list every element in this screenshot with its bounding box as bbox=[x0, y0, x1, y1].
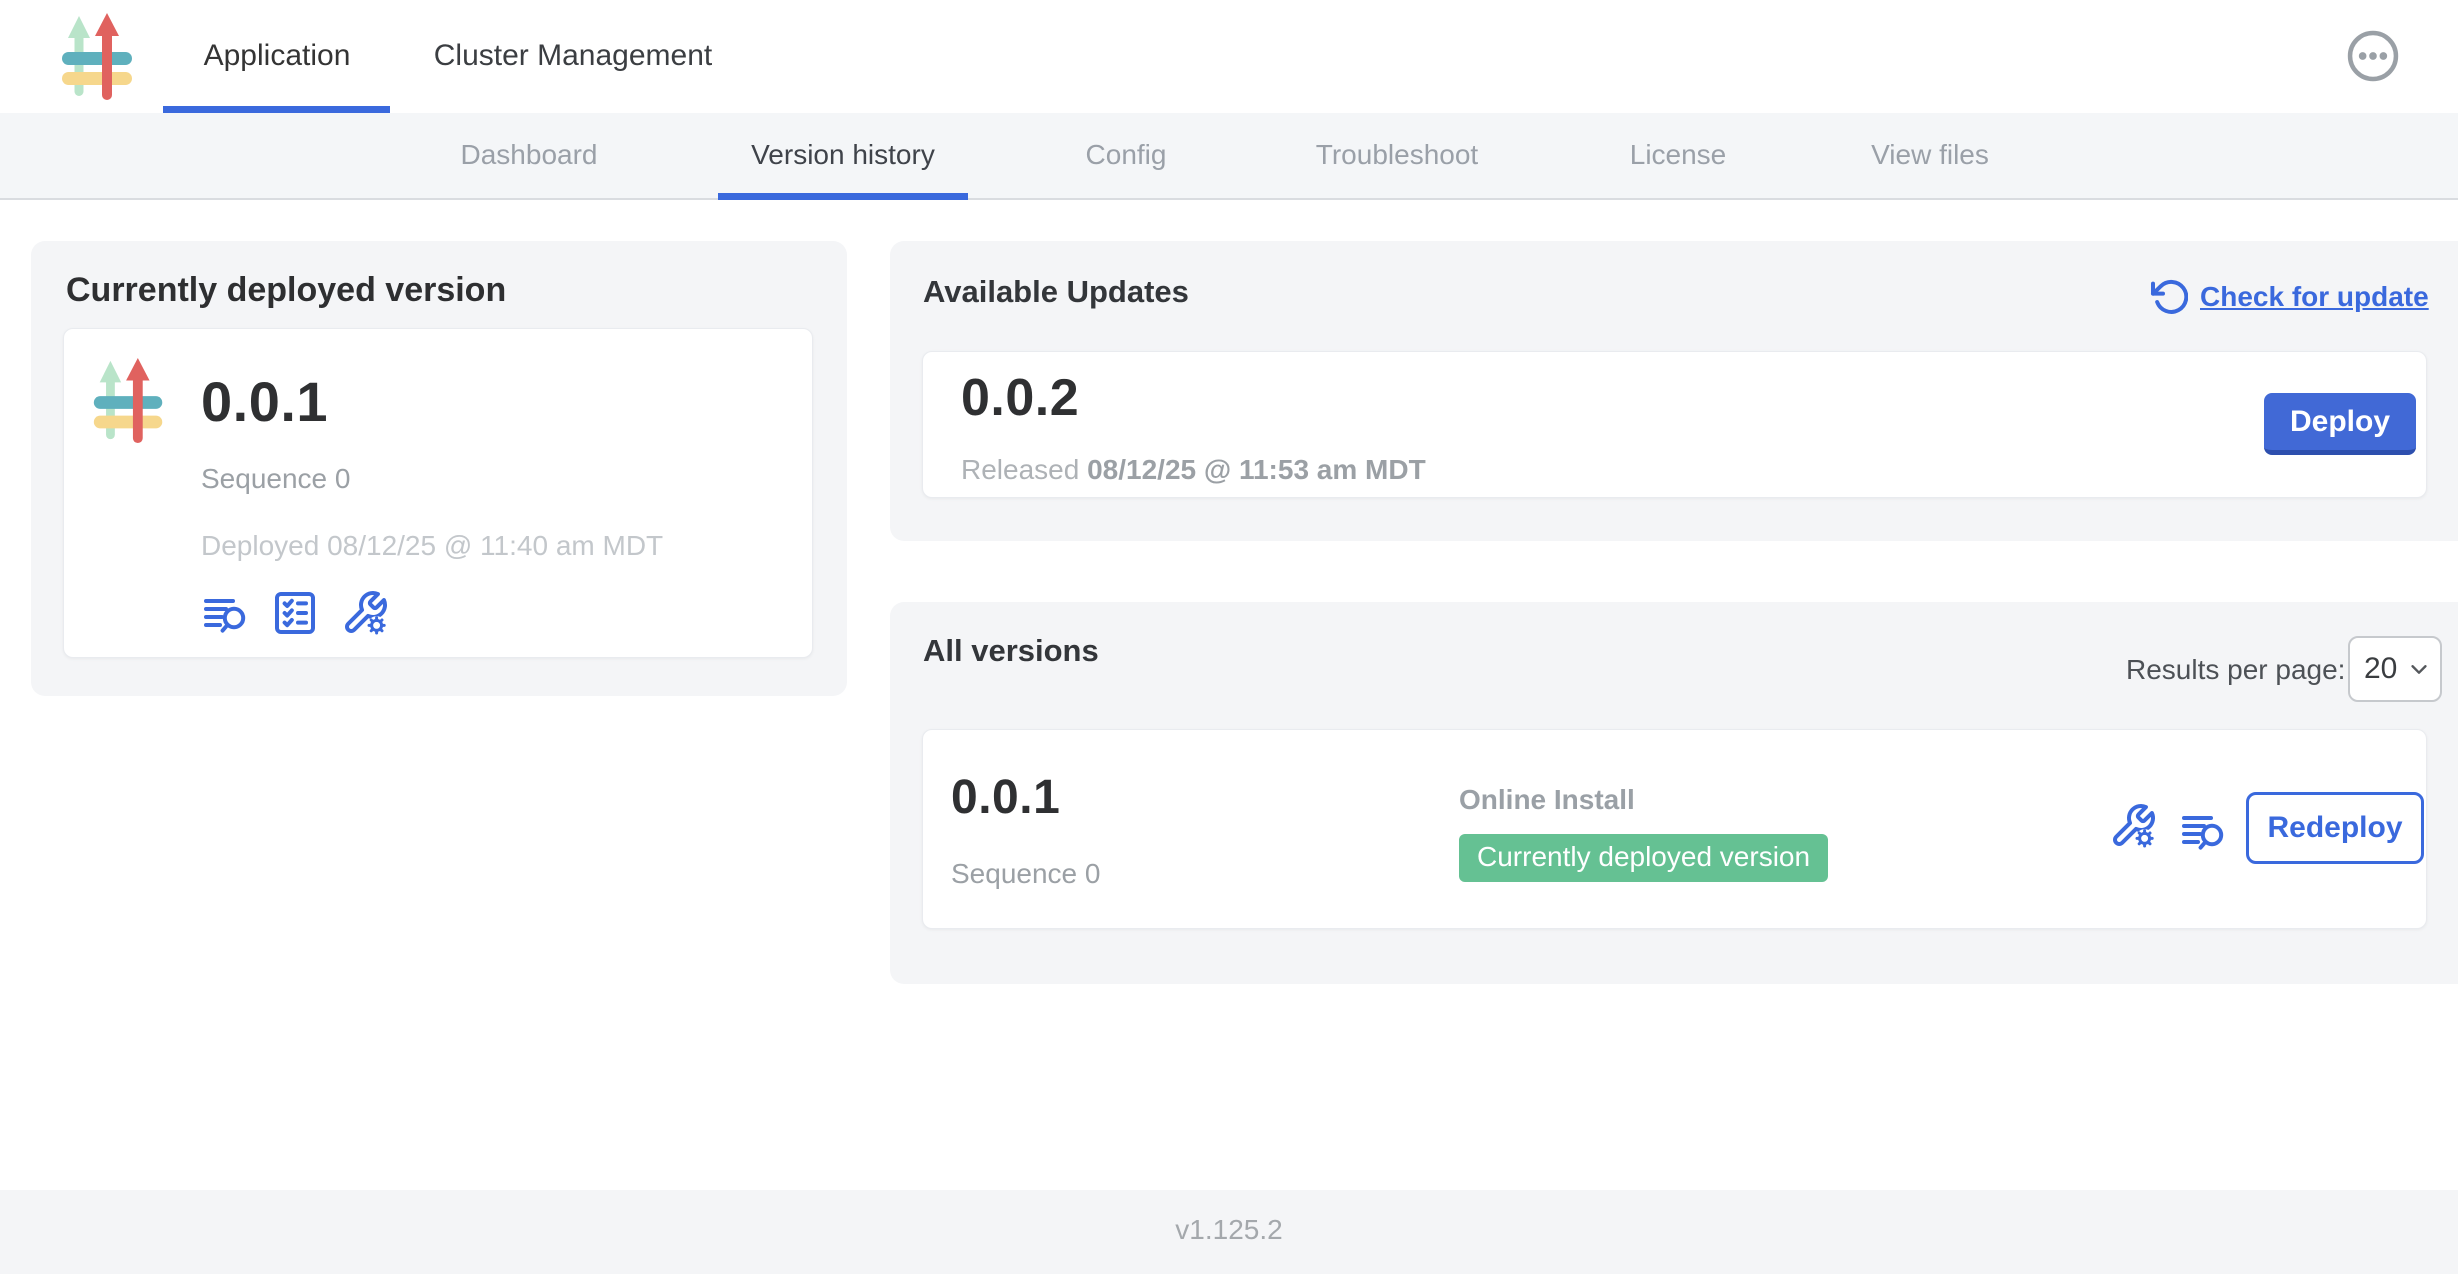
active-tab-underline bbox=[163, 106, 390, 113]
edit-config-icon[interactable] bbox=[2109, 802, 2157, 850]
tab-license[interactable]: License bbox=[1630, 139, 1727, 171]
app-subnav: Dashboard Version history Config Trouble… bbox=[0, 113, 2458, 200]
refresh-icon bbox=[2148, 277, 2188, 317]
redeploy-button[interactable]: Redeploy bbox=[2246, 792, 2424, 864]
update-row: 0.0.2 Released 08/12/25 @ 11:53 am MDT D… bbox=[922, 351, 2427, 498]
results-per-page-label: Results per page: bbox=[2126, 654, 2336, 686]
all-versions-panel: All versions Results per page: 20 0.0.1 … bbox=[890, 602, 2458, 984]
edit-config-icon[interactable] bbox=[341, 589, 389, 637]
tab-config[interactable]: Config bbox=[1086, 139, 1167, 171]
deployed-timestamp: Deployed 08/12/25 @ 11:40 am MDT bbox=[201, 530, 663, 562]
available-updates-panel: Available Updates Check for update 0.0.2… bbox=[890, 241, 2458, 541]
deployed-version-number: 0.0.1 bbox=[201, 369, 328, 434]
currently-deployed-badge: Currently deployed version bbox=[1459, 834, 1828, 882]
deploy-button[interactable]: Deploy bbox=[2264, 393, 2416, 455]
available-updates-title: Available Updates bbox=[923, 274, 1189, 310]
results-per-page-select[interactable]: 20 bbox=[2348, 636, 2442, 702]
check-for-update-link[interactable]: Check for update bbox=[2148, 277, 2429, 317]
tab-troubleshoot[interactable]: Troubleshoot bbox=[1316, 139, 1478, 171]
deploy-logs-icon[interactable] bbox=[201, 589, 249, 637]
app-footer: v1.125.2 bbox=[0, 1190, 2458, 1274]
check-for-update-label: Check for update bbox=[2200, 281, 2429, 313]
app-logo-icon bbox=[92, 357, 168, 445]
tab-cluster-management[interactable]: Cluster Management bbox=[434, 39, 712, 73]
currently-deployed-card: 0.0.1 Sequence 0 Deployed 08/12/25 @ 11:… bbox=[63, 328, 813, 658]
ellipsis-circle-icon[interactable] bbox=[2346, 29, 2400, 83]
chevron-down-icon bbox=[2408, 658, 2430, 680]
results-per-page-value: 20 bbox=[2364, 652, 2408, 686]
install-type-label: Online Install bbox=[1459, 784, 1635, 816]
released-prefix: Released bbox=[961, 454, 1079, 485]
tab-view-files[interactable]: View files bbox=[1871, 139, 1989, 171]
all-versions-title: All versions bbox=[923, 633, 1099, 669]
app-header: Application Cluster Management bbox=[0, 0, 2458, 113]
tab-dashboard[interactable]: Dashboard bbox=[461, 139, 598, 171]
released-date: 08/12/25 @ 11:53 am MDT bbox=[1087, 454, 1426, 485]
app-logo-icon bbox=[60, 12, 138, 102]
active-subtab-underline bbox=[718, 193, 968, 200]
deployed-version-actions bbox=[201, 589, 389, 637]
currently-deployed-panel: Currently deployed version 0.0.1 Sequenc… bbox=[31, 241, 847, 696]
tab-application[interactable]: Application bbox=[204, 39, 351, 73]
console-version: v1.125.2 bbox=[1175, 1214, 1282, 1245]
tab-version-history[interactable]: Version history bbox=[751, 139, 935, 171]
row-version-number: 0.0.1 bbox=[951, 770, 1060, 825]
deploy-logs-icon[interactable] bbox=[2179, 806, 2227, 854]
preflight-checks-icon[interactable] bbox=[271, 589, 319, 637]
update-released-timestamp: Released 08/12/25 @ 11:53 am MDT bbox=[961, 454, 1426, 486]
update-version-number: 0.0.2 bbox=[961, 368, 1079, 428]
currently-deployed-title: Currently deployed version bbox=[66, 271, 506, 310]
row-sequence: Sequence 0 bbox=[951, 858, 1100, 890]
deployed-sequence: Sequence 0 bbox=[201, 463, 350, 495]
version-row: 0.0.1 Sequence 0 Online Install Currentl… bbox=[922, 729, 2427, 929]
